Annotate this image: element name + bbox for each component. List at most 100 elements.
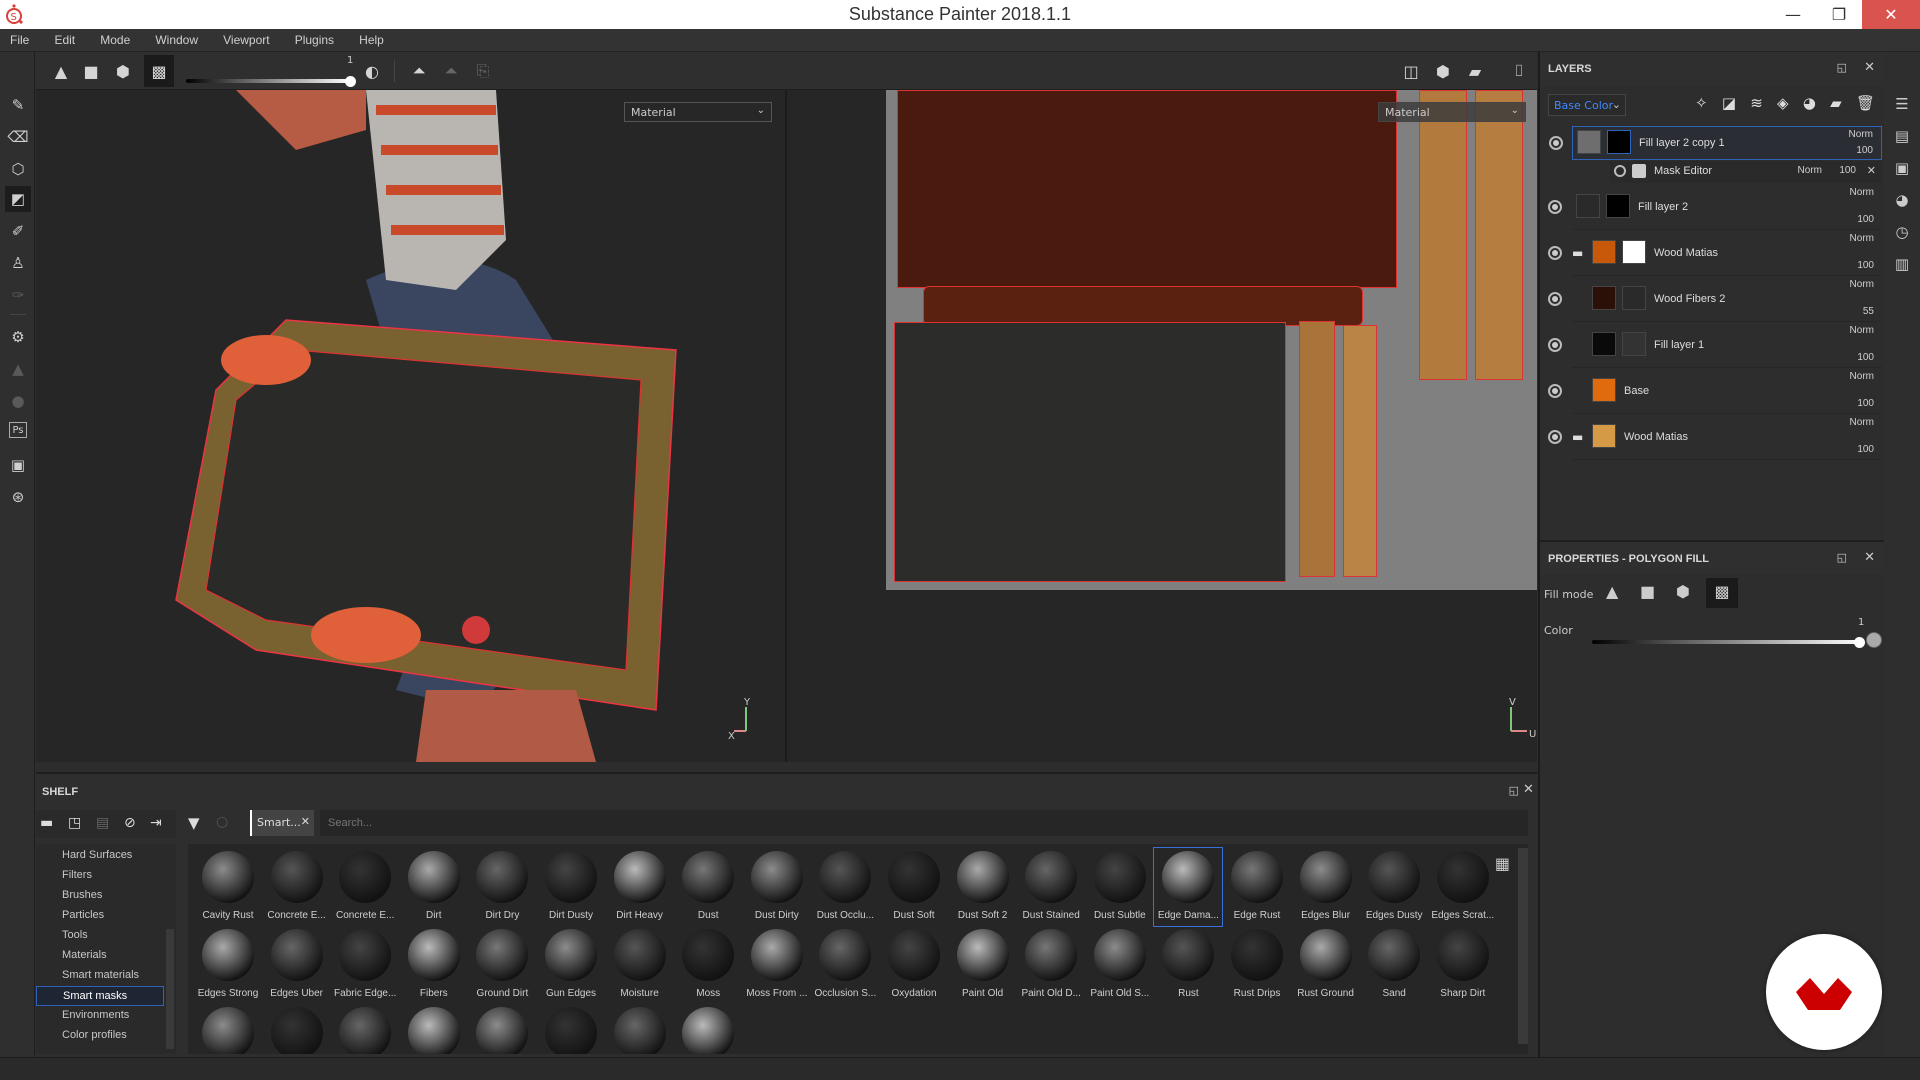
layer-row[interactable]: Fill layer 2 Norm 100 xyxy=(1548,185,1882,230)
smart-mask-item[interactable]: Moss From ... xyxy=(743,926,811,1004)
grid-scrollbar[interactable] xyxy=(1518,848,1528,1044)
smart-mask-item[interactable]: Edges Strong xyxy=(194,926,262,1004)
visibility-toggle-icon[interactable] xyxy=(1548,383,1562,398)
menu-help[interactable]: Help xyxy=(349,29,394,47)
smart-mask-item[interactable]: Dust Occlu... xyxy=(811,848,879,926)
save-icon[interactable]: ▤ xyxy=(96,815,109,831)
smart-mask-item[interactable] xyxy=(606,1004,674,1054)
smart-mask-item[interactable] xyxy=(537,1004,605,1054)
folder-icon[interactable]: ▬ xyxy=(1572,430,1583,444)
camera-align-icon[interactable]: ⎘ xyxy=(472,60,494,82)
opacity-dropdown[interactable]: 100 xyxy=(1857,398,1874,409)
add-folder-icon[interactable]: ▰ xyxy=(1830,94,1842,116)
clone-stamp-icon[interactable]: ♙ xyxy=(5,250,31,276)
opacity-dropdown[interactable]: 100 xyxy=(1857,444,1874,455)
channel-dropdown[interactable]: Base Color ⌄ xyxy=(1548,94,1626,116)
layer-row[interactable]: Base Norm 100 xyxy=(1548,369,1882,414)
display-settings-icon[interactable]: ▣ xyxy=(1892,158,1912,178)
add-mask-icon[interactable]: ◪ xyxy=(1722,94,1736,116)
layer-row[interactable]: Fill layer 2 copy 1 Norm 100 xyxy=(1549,126,1882,160)
smart-mask-item[interactable]: Fabric Edge... xyxy=(331,926,399,1004)
add-layer-icon[interactable]: ≋ xyxy=(1750,94,1763,116)
layer-mask-thumbnail[interactable] xyxy=(1607,130,1631,154)
close-button[interactable]: ✕ xyxy=(1862,0,1920,29)
smart-mask-item[interactable]: Oxydation xyxy=(880,926,948,1004)
smart-mask-item[interactable]: Paint Old xyxy=(949,926,1017,1004)
folder-icon[interactable]: ▬ xyxy=(40,815,53,831)
category-smart-materials[interactable]: Smart materials xyxy=(36,966,164,986)
blend-mode-dropdown[interactable]: Norm xyxy=(1850,417,1874,428)
color-slider-handle[interactable] xyxy=(345,76,356,87)
categories-scrollbar[interactable] xyxy=(166,929,174,1049)
uv-chunk-fill-icon[interactable]: ▩ xyxy=(1706,578,1738,608)
channel-select-2d[interactable]: Material ⌄ xyxy=(1378,102,1526,122)
layer-mask-thumbnail[interactable] xyxy=(1622,239,1646,264)
smart-mask-item[interactable]: Moisture xyxy=(606,926,674,1004)
smart-mask-item[interactable]: Dust Soft 2 xyxy=(949,848,1017,926)
visibility-toggle-icon[interactable] xyxy=(1548,291,1562,306)
category-color-profiles[interactable]: Color profiles xyxy=(36,1026,164,1046)
float-panel-icon[interactable]: ◱ xyxy=(1509,784,1519,797)
mesh-fill-icon[interactable]: ⬢ xyxy=(112,60,134,82)
smart-mask-item[interactable] xyxy=(400,1004,468,1054)
opacity-dropdown[interactable]: 100 xyxy=(1857,352,1874,363)
blend-mode-dropdown[interactable]: Norm xyxy=(1850,371,1874,382)
visibility-toggle-icon[interactable] xyxy=(1614,165,1626,177)
mesh-fill-icon[interactable]: ⬢ xyxy=(1676,582,1690,601)
substance-source-icon[interactable]: ● xyxy=(5,388,31,414)
menu-window[interactable]: Window xyxy=(145,29,208,47)
add-smart-material-icon[interactable]: ◕ xyxy=(1803,94,1816,116)
smart-mask-item[interactable]: Paint Old S... xyxy=(1086,926,1154,1004)
category-materials[interactable]: Materials xyxy=(36,946,164,966)
close-icon[interactable]: ✕ xyxy=(1864,550,1875,565)
smart-mask-item[interactable]: Edges Blur xyxy=(1292,848,1360,926)
notification-icon[interactable]: ▲ xyxy=(5,356,31,382)
menu-file[interactable]: File xyxy=(0,29,39,47)
smart-mask-item[interactable]: Dirt Dry xyxy=(468,848,536,926)
symmetry-alt-icon[interactable]: ⏶ xyxy=(440,60,462,82)
blend-mode-dropdown[interactable]: Norm xyxy=(1798,165,1822,176)
shader-settings-icon[interactable]: ◕ xyxy=(1892,190,1912,210)
opacity-dropdown[interactable]: 55 xyxy=(1863,306,1874,317)
smart-mask-item[interactable]: Fibers xyxy=(400,926,468,1004)
paint-brush-icon[interactable]: ✎ xyxy=(5,92,31,118)
smart-mask-item[interactable]: Rust xyxy=(1154,926,1222,1004)
camera-icon[interactable]: ▰ xyxy=(1464,60,1486,82)
smart-mask-item[interactable] xyxy=(331,1004,399,1054)
layer-mask-thumbnail[interactable] xyxy=(1622,331,1646,356)
category-environments[interactable]: Environments xyxy=(36,1006,164,1026)
color-picker-icon[interactable]: ✑ xyxy=(5,282,31,308)
viewport-2d[interactable]: Material ⌄ V U xyxy=(787,90,1537,762)
float-panel-icon[interactable]: ◱ xyxy=(1837,61,1847,74)
split-view-icon[interactable]: ◫ xyxy=(1400,60,1422,82)
smart-mask-item[interactable]: Dirt Heavy xyxy=(606,848,674,926)
shelf-search-input[interactable] xyxy=(320,810,1528,836)
import-icon[interactable]: ⇥ xyxy=(150,815,162,831)
smart-mask-item[interactable]: Dust Soft xyxy=(880,848,948,926)
hide-icon[interactable]: ⊘ xyxy=(124,815,136,831)
screenshot-icon[interactable]: ⌷ xyxy=(1508,60,1530,82)
visibility-toggle-icon[interactable] xyxy=(1548,429,1562,444)
smart-mask-item[interactable] xyxy=(468,1004,536,1054)
polygon-fill-mode-icon[interactable]: ■ xyxy=(1640,582,1655,601)
smart-mask-item[interactable]: Concrete E... xyxy=(331,848,399,926)
smart-mask-item[interactable]: Paint Old D... xyxy=(1017,926,1085,1004)
restore-button[interactable]: ❐ xyxy=(1816,0,1862,29)
uv-chunk-fill-icon[interactable]: ▩ xyxy=(144,55,174,87)
blend-mode-dropdown[interactable]: Norm xyxy=(1850,187,1874,198)
smart-mask-item[interactable]: Edges Scrat... xyxy=(1429,848,1497,926)
polygon-fill-mode-icon[interactable]: ■ xyxy=(80,60,102,82)
3d-cube-view-icon[interactable]: ⬢ xyxy=(1432,60,1454,82)
smart-mask-item[interactable]: Rust Drips xyxy=(1223,926,1291,1004)
smart-mask-item[interactable]: Edges Dusty xyxy=(1360,848,1428,926)
category-filters[interactable]: Filters xyxy=(36,866,164,886)
visibility-toggle-icon[interactable] xyxy=(1548,337,1562,352)
channel-select-3d[interactable]: Material ⌄ xyxy=(624,102,772,122)
opacity-dropdown[interactable]: 100 xyxy=(1857,214,1874,225)
layer-row[interactable]: Wood Fibers 2 Norm 55 xyxy=(1548,277,1882,322)
category-brushes[interactable]: Brushes xyxy=(36,886,164,906)
projection-icon[interactable]: ⬡ xyxy=(5,156,31,182)
opacity-dropdown[interactable]: 100 xyxy=(1857,260,1874,271)
blend-mode-dropdown[interactable]: Norm xyxy=(1850,233,1874,244)
polygon-fill-icon[interactable]: ◩ xyxy=(5,186,31,212)
